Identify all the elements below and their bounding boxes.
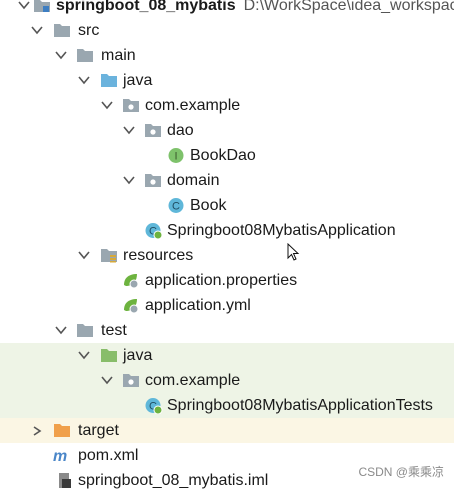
chevron-down-icon[interactable] (77, 343, 91, 368)
tree-label-test-class: Springboot08MybatisApplicationTests (167, 397, 433, 414)
folder-icon (76, 47, 94, 64)
tree-label-main-package: com.example (145, 97, 241, 114)
folder-icon (76, 322, 94, 339)
chevron-down-icon[interactable] (122, 118, 136, 143)
tree-label-dao: dao (167, 122, 194, 139)
chevron-down-icon[interactable] (100, 93, 114, 118)
project-tree: springboot_08_mybatis D:\WorkSpace\idea_w… (0, 0, 454, 493)
spring-config-icon (122, 272, 140, 289)
tree-label-test-java: java (123, 347, 153, 364)
chevron-down-icon[interactable] (54, 43, 68, 68)
tree-row-resources[interactable]: resources (0, 243, 454, 268)
tree-row-dao[interactable]: dao (0, 118, 454, 143)
class-icon: C (168, 197, 186, 214)
chevron-down-icon[interactable] (77, 68, 91, 93)
tree-row-test[interactable]: test (0, 318, 454, 343)
module-folder-icon (33, 0, 51, 14)
svg-text:m: m (53, 448, 67, 464)
package-icon (122, 97, 140, 114)
chevron-down-icon[interactable] (122, 168, 136, 193)
tree-label-target: target (78, 422, 119, 439)
excluded-folder-icon (53, 422, 71, 439)
spring-boot-app-icon: C (145, 222, 163, 240)
chevron-down-icon[interactable] (17, 0, 31, 18)
chevron-down-icon[interactable] (54, 318, 68, 343)
tree-label-book: Book (190, 197, 227, 214)
tree-label-resources: resources (123, 247, 194, 264)
tree-label-pom: pom.xml (78, 447, 139, 464)
tree-row-app-properties[interactable]: application.properties (0, 268, 454, 293)
test-source-folder-icon (100, 347, 118, 364)
watermark: CSDN @乘乘凉 (358, 465, 444, 479)
tree-label-iml: springboot_08_mybatis.iml (78, 472, 269, 489)
interface-icon: I (168, 147, 186, 164)
chevron-down-icon[interactable] (77, 243, 91, 268)
tree-row-app-class[interactable]: C Springboot08MybatisApplication (0, 218, 454, 243)
tree-label-app-class: Springboot08MybatisApplication (167, 222, 396, 239)
tree-label-app-properties: application.properties (145, 272, 298, 289)
tree-row-main-java[interactable]: java (0, 68, 454, 93)
tree-row-test-java[interactable]: java (0, 343, 454, 368)
chevron-down-icon[interactable] (100, 368, 114, 393)
tree-label-test: test (101, 322, 127, 339)
tree-row-app-yml[interactable]: application.yml (0, 293, 454, 318)
svg-text:I: I (174, 151, 177, 163)
chevron-down-icon[interactable] (30, 18, 44, 43)
tree-row-book[interactable]: C Book (0, 193, 454, 218)
tree-label-domain: domain (167, 172, 220, 189)
tree-row-src[interactable]: src (0, 18, 454, 43)
tree-row-main[interactable]: main (0, 43, 454, 68)
source-folder-icon (100, 72, 118, 89)
spring-config-icon (122, 297, 140, 314)
chevron-right-icon[interactable] (30, 418, 44, 443)
tree-label-main: main (101, 47, 136, 64)
tree-label-main-java: java (123, 72, 153, 89)
root-module-path: D:\WorkSpace\idea_workspac (243, 0, 454, 14)
tree-row-test-class[interactable]: C Springboot08MybatisApplicationTests (0, 393, 454, 418)
tree-row-test-package[interactable]: com.example (0, 368, 454, 393)
tree-row-domain[interactable]: domain (0, 168, 454, 193)
folder-icon (53, 22, 71, 39)
mouse-cursor-icon (287, 243, 300, 261)
root-module-name: springboot_08_mybatis (56, 0, 236, 14)
tree-label-bookdao: BookDao (190, 147, 256, 164)
package-icon (122, 372, 140, 389)
svg-text:C: C (172, 201, 180, 213)
package-icon (144, 172, 162, 189)
tree-row-target[interactable]: target (0, 418, 454, 443)
resources-folder-icon (100, 247, 118, 264)
tree-label-test-package: com.example (145, 372, 241, 389)
tree-label-src: src (78, 22, 100, 39)
maven-icon: m (53, 447, 71, 465)
iml-file-icon (56, 472, 74, 489)
tree-row-main-package[interactable]: com.example (0, 93, 454, 118)
spring-boot-test-icon: C (145, 397, 163, 415)
package-icon (144, 122, 162, 139)
tree-row-bookdao[interactable]: I BookDao (0, 143, 454, 168)
tree-label-app-yml: application.yml (145, 297, 251, 314)
tree-row-root[interactable]: springboot_08_mybatis D:\WorkSpace\idea_w… (0, 0, 454, 18)
